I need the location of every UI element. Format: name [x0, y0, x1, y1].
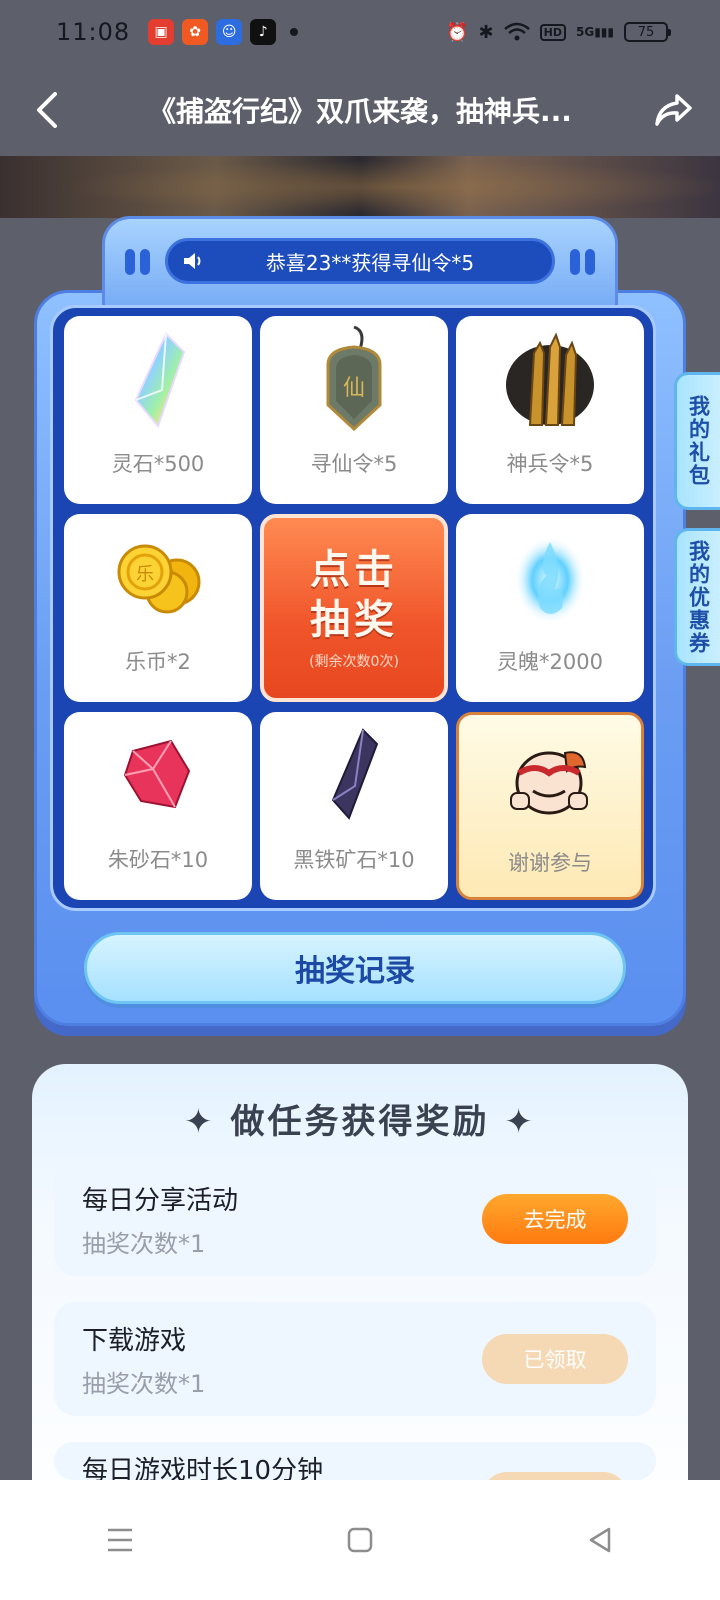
- baidu-app-icon: ☺: [216, 19, 243, 45]
- prize-label: 黑铁矿石*10: [293, 848, 415, 872]
- task-reward: 抽奖次数*1: [82, 1230, 206, 1258]
- mascot-icon: [490, 715, 610, 843]
- status-bar: 11:08 ▣ ✿ ☺ ♪ ⏰ ✱ HD 5G▮▮▮ 75: [0, 0, 720, 64]
- ticker-text: 恭喜23**获得寻仙令*5: [265, 250, 475, 275]
- prize-cell: 乐 乐币*2: [64, 514, 252, 702]
- task-row: 每日分享活动 抽奖次数*1 去完成: [54, 1162, 656, 1276]
- home-button[interactable]: [320, 1500, 400, 1580]
- jade-token-icon: 仙: [294, 316, 414, 444]
- draw-button-line2: 抽奖: [310, 597, 398, 643]
- svg-text:仙: 仙: [343, 376, 365, 401]
- remaining-draws: (剩余次数0次): [309, 654, 399, 670]
- prize-label: 谢谢参与: [508, 851, 592, 875]
- prize-label: 灵魄*2000: [497, 650, 603, 674]
- orange-app-icon: ✿: [182, 19, 209, 45]
- prize-label: 寻仙令*5: [310, 452, 398, 476]
- weapon-token-icon: [490, 316, 610, 444]
- bluetooth-icon: ✱: [478, 21, 494, 43]
- prize-label: 朱砂石*10: [107, 848, 209, 872]
- prize-cell: 灵魄*2000: [456, 514, 644, 702]
- back-arrow-icon: [37, 92, 57, 128]
- red-gem-icon: [98, 712, 218, 840]
- home-square-icon: [347, 1527, 373, 1553]
- prize-cell: 仙 寻仙令*5: [260, 316, 448, 504]
- alarm-icon: ⏰: [446, 21, 469, 43]
- task-row: 每日游戏时长10分钟: [54, 1442, 656, 1480]
- prize-cell-thanks: 谢谢参与: [456, 712, 644, 900]
- speaker-icon: [168, 251, 218, 271]
- task-panel-title: ✦ 做任务获得奖励 ✦: [184, 1102, 536, 1142]
- back-nav-button[interactable]: [560, 1500, 640, 1580]
- page-title: 《捕盗行纪》双爪来袭，抽神兵...: [148, 95, 572, 128]
- share-button[interactable]: [638, 64, 708, 156]
- my-gifts-tab[interactable]: 我的礼包: [674, 372, 720, 510]
- right-decor: [570, 249, 595, 275]
- black-ore-icon: [294, 712, 414, 840]
- prize-cell: 黑铁矿石*10: [260, 712, 448, 900]
- left-decor: [125, 249, 150, 275]
- task-button[interactable]: [482, 1472, 628, 1480]
- prize-label: 神兵令*5: [506, 452, 594, 476]
- prize-cell: 朱砂石*10: [64, 712, 252, 900]
- sparkle-icon: ✦: [504, 1102, 536, 1142]
- coin-icon: 乐: [98, 514, 218, 642]
- crystal-icon: [98, 316, 218, 444]
- prize-label: 乐币*2: [125, 650, 191, 674]
- status-time: 11:08: [56, 18, 131, 46]
- task-name: 每日游戏时长10分钟: [82, 1456, 324, 1480]
- draw-button[interactable]: 点击 抽奖 (剩余次数0次): [260, 514, 448, 702]
- wifi-icon: [503, 22, 530, 41]
- system-navigation-bar: [0, 1480, 720, 1600]
- task-row: 下载游戏 抽奖次数*1 已领取: [54, 1302, 656, 1416]
- signal-icon: 5G▮▮▮: [575, 25, 614, 39]
- prize-cell: 神兵令*5: [456, 316, 644, 504]
- task-reward: 抽奖次数*1: [82, 1370, 206, 1398]
- my-coupons-tab[interactable]: 我的优惠券: [674, 528, 720, 666]
- page-header: 《捕盗行纪》双爪来袭，抽神兵...: [0, 64, 720, 156]
- task-claimed-button[interactable]: 已领取: [482, 1334, 628, 1384]
- red-envelope-app-icon: ▣: [148, 19, 175, 45]
- task-name: 下载游戏: [82, 1326, 187, 1356]
- status-app-icons: ▣ ✿ ☺ ♪: [148, 19, 299, 45]
- game-banner-image: [0, 156, 720, 218]
- draw-button-line1: 点击: [310, 547, 398, 593]
- svg-text:乐: 乐: [136, 564, 154, 585]
- task-go-button[interactable]: 去完成: [482, 1194, 628, 1244]
- menu-button[interactable]: [80, 1500, 160, 1580]
- back-triangle-icon: [589, 1527, 611, 1553]
- battery-icon: 75: [624, 22, 671, 42]
- more-notifications-dot: [290, 28, 299, 36]
- hd-badge: HD: [539, 23, 566, 41]
- draw-record-button[interactable]: 抽奖记录: [84, 932, 626, 1004]
- prize-cell: 灵石*500: [64, 316, 252, 504]
- share-icon: [655, 94, 692, 126]
- tiktok-app-icon: ♪: [250, 19, 277, 45]
- menu-icon: [108, 1528, 132, 1552]
- sparkle-icon: ✦: [184, 1102, 216, 1142]
- soul-flame-icon: [490, 514, 610, 642]
- status-indicators: ⏰ ✱ HD 5G▮▮▮ 75: [446, 21, 671, 43]
- back-button[interactable]: [12, 64, 82, 156]
- task-name: 每日分享活动: [82, 1186, 239, 1216]
- winner-ticker: 恭喜23**获得寻仙令*5: [165, 238, 555, 284]
- prize-label: 灵石*500: [111, 452, 205, 476]
